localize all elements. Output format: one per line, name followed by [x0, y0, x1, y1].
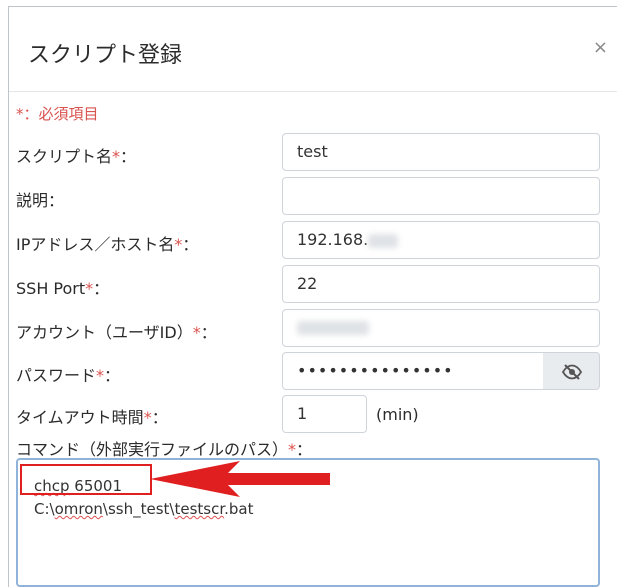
required-star: * [112, 147, 121, 166]
annotation-highlight-box [20, 464, 152, 495]
redacted-blur [297, 320, 369, 335]
password-input[interactable]: ••••••••••••••• [282, 352, 544, 390]
required-star: * [192, 323, 201, 342]
script-name-input[interactable]: test [282, 133, 600, 171]
dialog-header: スクリプト登録 × [9, 7, 617, 92]
required-star: * [96, 366, 105, 385]
required-star: * [143, 408, 152, 427]
ip-host-value: 192.168. [297, 230, 369, 249]
account-input[interactable] [282, 309, 600, 347]
ip-host-input[interactable]: 192.168. [282, 221, 600, 259]
arrow-left-icon [150, 461, 330, 497]
ssh-port-input[interactable]: 22 [282, 265, 600, 303]
close-icon[interactable]: × [593, 39, 608, 57]
eye-slash-icon [562, 364, 582, 380]
password-label: パスワード*： [16, 366, 121, 385]
timeout-input[interactable]: 1 [282, 395, 367, 433]
description-label: 説明： [16, 191, 65, 210]
ip-host-label: IPアドレス／ホスト名*： [16, 235, 199, 254]
timeout-label: タイムアウト時間*： [16, 408, 168, 427]
dialog-title: スクリプト登録 [28, 43, 183, 68]
script-name-label: スクリプト名*： [16, 147, 137, 166]
required-star: * [85, 279, 94, 298]
redacted-blur [368, 233, 399, 248]
timeout-unit: (min) [376, 405, 419, 424]
password-visibility-toggle[interactable] [543, 352, 600, 390]
required-note: *：必須項目 [16, 105, 99, 123]
ssh-port-label: SSH Port*： [16, 279, 110, 298]
description-input[interactable] [282, 177, 600, 215]
account-label: アカウント（ユーザID）*： [16, 323, 217, 342]
command-line-2: C:\omron\ssh_test\testscr.bat [34, 500, 254, 518]
